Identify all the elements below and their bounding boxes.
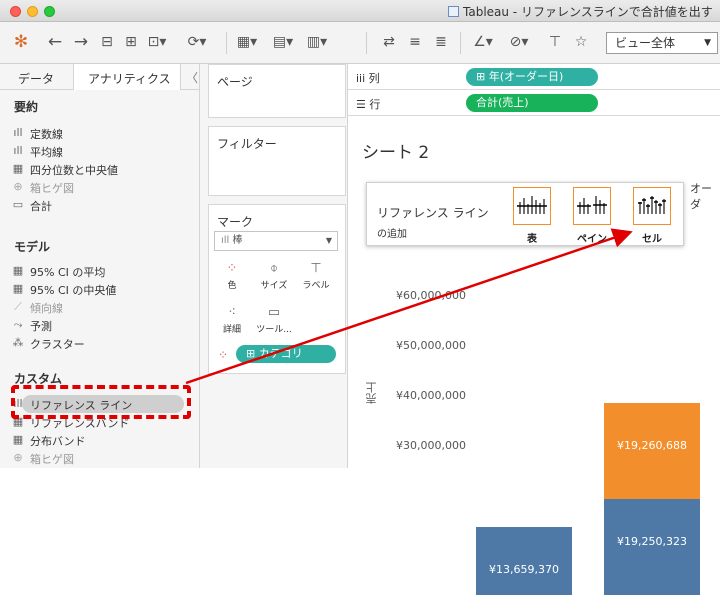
annotation-arrow-line: [185, 228, 633, 385]
annotation-arrow: [185, 228, 633, 385]
bar-value-label: ¥19,250,323: [617, 535, 687, 549]
bar-segment[interactable]: [476, 527, 572, 595]
bar-value-label: ¥13,659,370: [489, 563, 559, 577]
